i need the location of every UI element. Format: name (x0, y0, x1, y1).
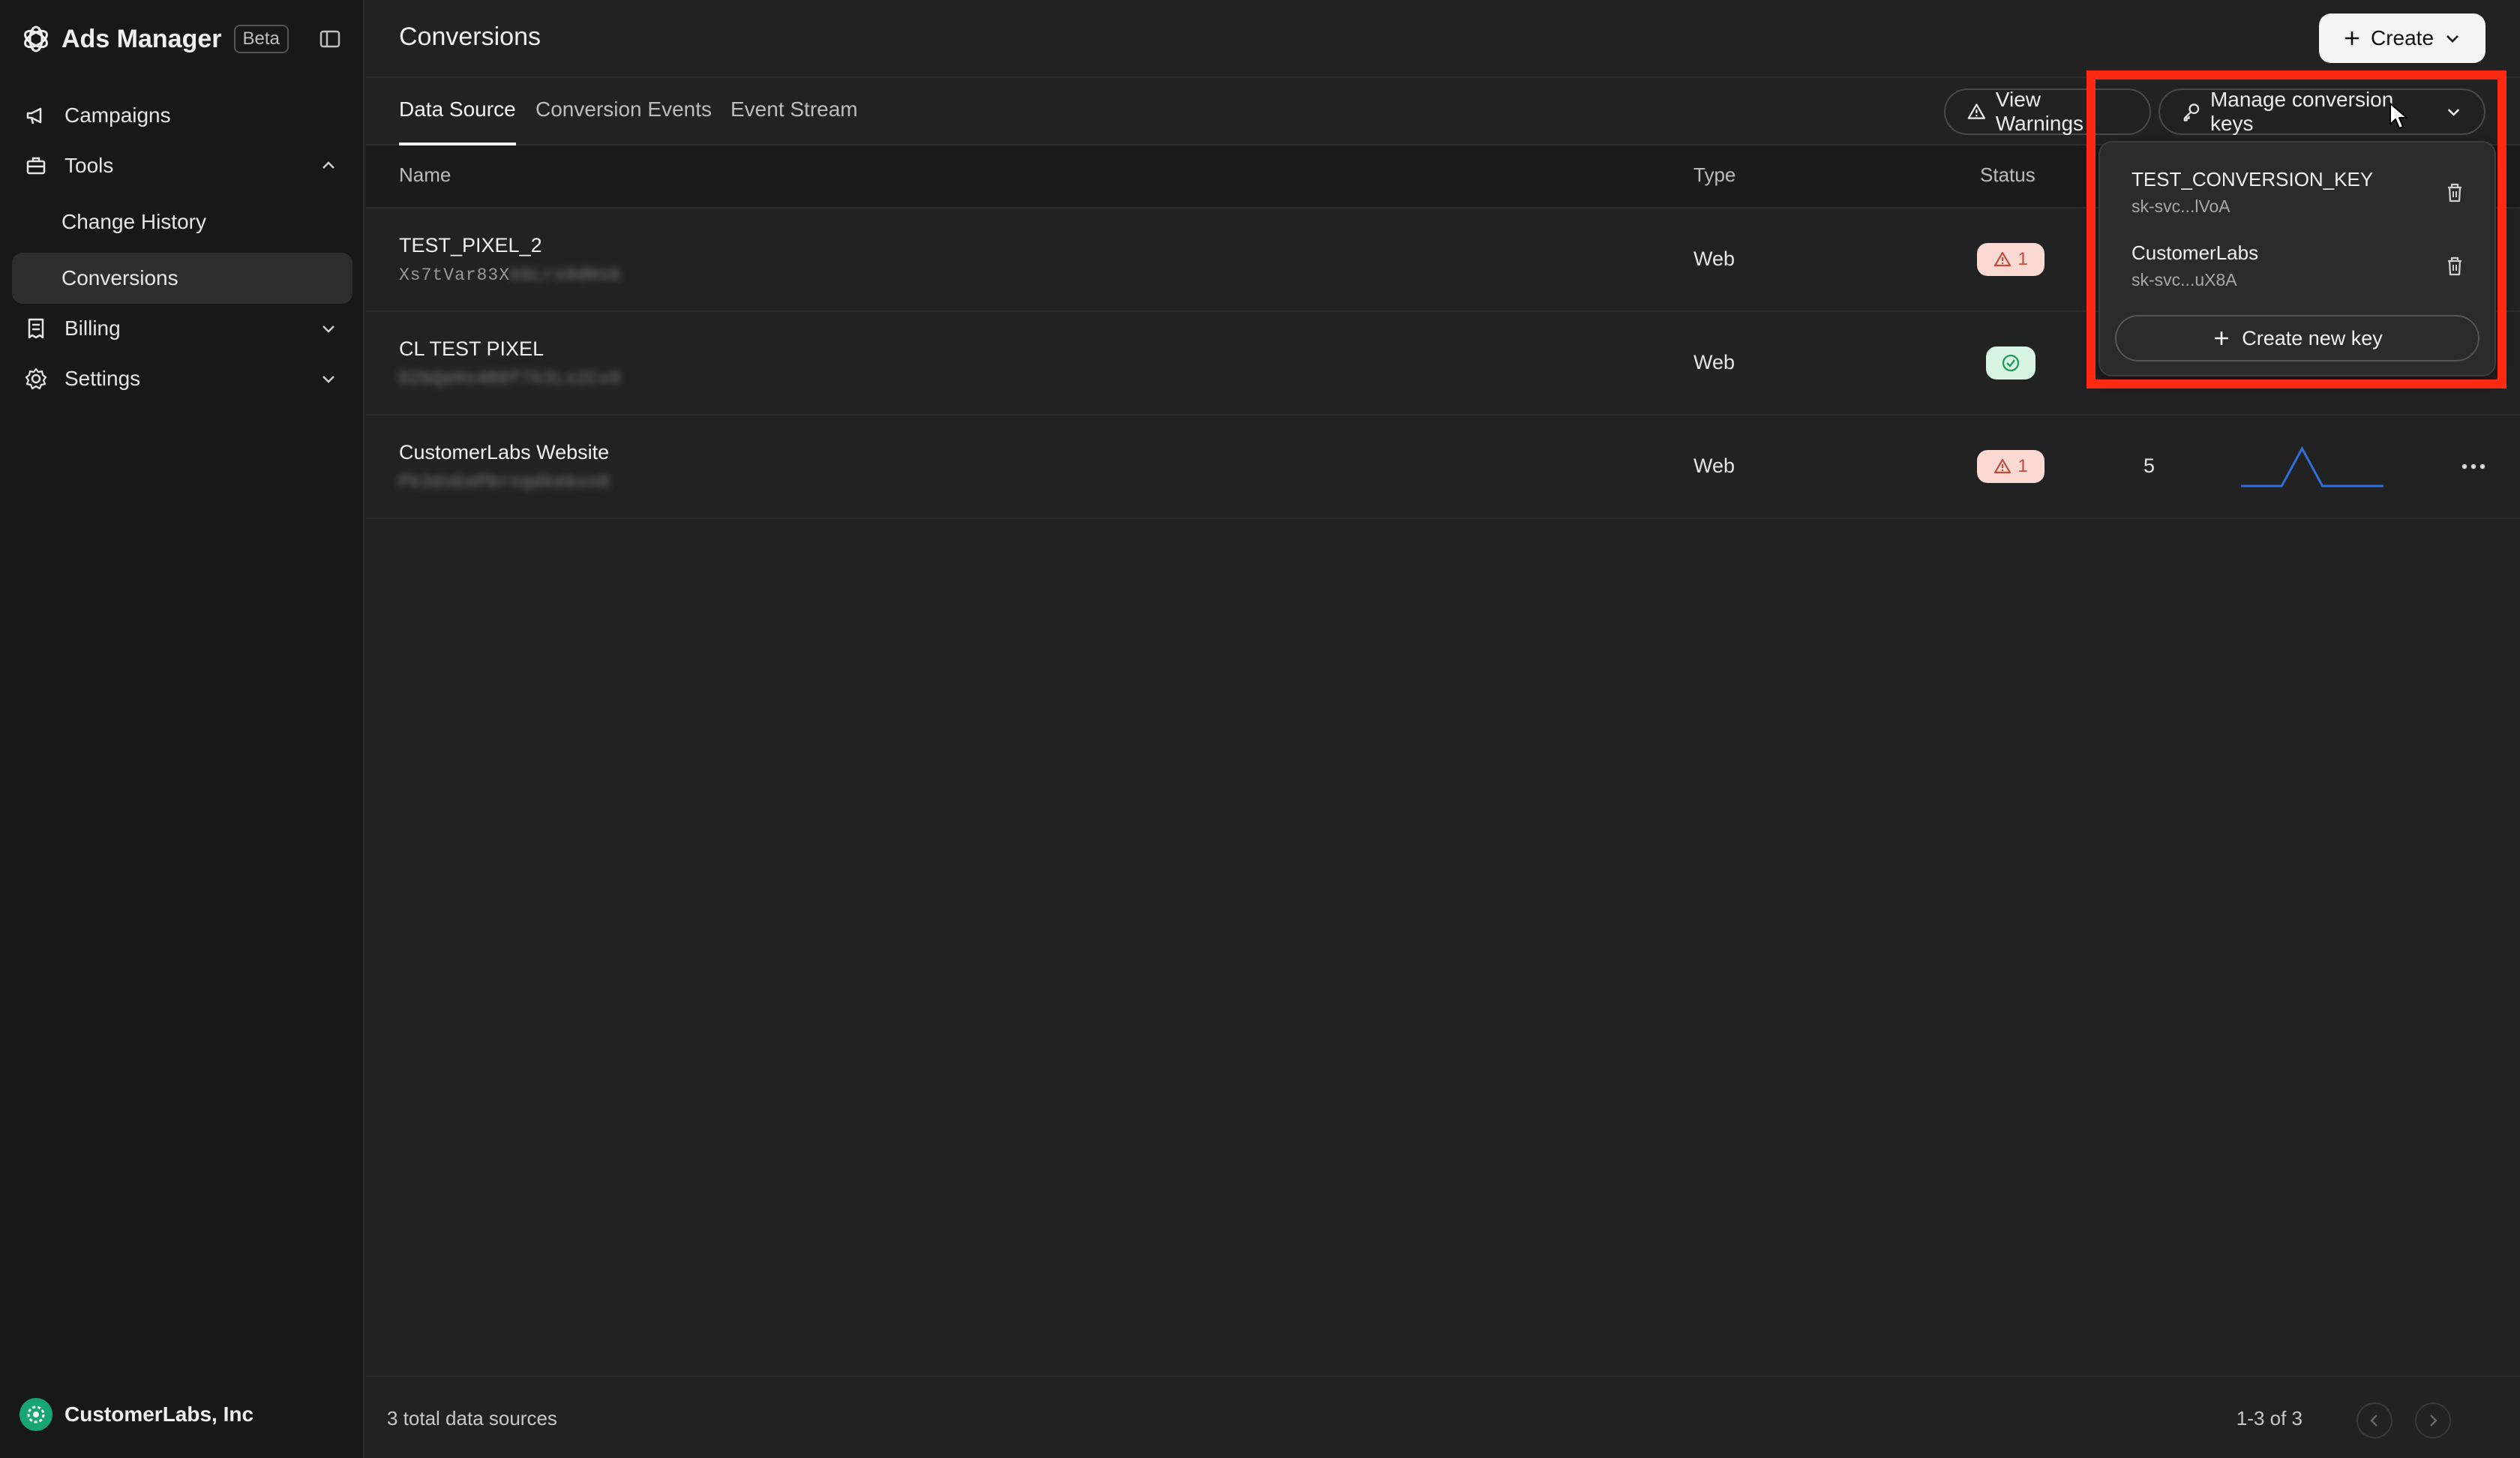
sidebar-item-tools[interactable]: Tools (12, 140, 352, 191)
chevron-up-icon (322, 161, 334, 169)
event-count: 5 (2144, 454, 2156, 477)
previous-page-button[interactable] (2356, 1402, 2392, 1438)
conversion-key-name: TEST_CONVERSION_KEY (2132, 168, 2374, 190)
conversion-key-value: sk-svc...uX8A (2132, 270, 2237, 290)
receipt-icon (28, 318, 44, 339)
total-count: 3 total data sources (387, 1407, 557, 1430)
sidebar-item-label: Tools (64, 154, 114, 177)
conversion-key-item[interactable]: CustomerLabs sk-svc...uX8A (2100, 216, 2494, 290)
create-new-key-button[interactable]: Create new key (2115, 315, 2480, 362)
column-header-type[interactable]: Type (1694, 164, 1736, 187)
chevron-left-icon (2370, 1414, 2378, 1426)
manage-conversion-keys-button[interactable]: Manage conversion keys (2158, 88, 2486, 135)
sidebar-item-label: Change History (62, 210, 206, 233)
sidebar-item-label: Campaigns (64, 104, 171, 127)
sidebar-item-label: Billing (64, 316, 121, 340)
conversion-keys-menu: TEST_CONVERSION_KEY sk-svc...lVoA Custom… (2098, 141, 2496, 376)
column-header-name[interactable]: Name (399, 164, 451, 187)
brand[interactable]: Ads Manager Beta (21, 22, 289, 56)
data-source-type: Web (1694, 351, 1736, 374)
data-source-id: Pk3dsEePbrnqdkebxn8 (399, 472, 610, 492)
warning-count: 1 (2018, 456, 2028, 476)
view-warnings-label: View Warnings (1995, 88, 2084, 135)
conversion-key-value: sk-svc...lVoA (2132, 196, 2230, 216)
sidebar-toggle-icon[interactable] (318, 27, 342, 51)
tab-event-stream[interactable]: Event Stream (730, 98, 858, 142)
data-source-name[interactable]: TEST_PIXEL_2 (399, 234, 542, 257)
table-footer: 3 total data sources 1-3 of 3 (366, 1376, 2520, 1458)
more-options-icon[interactable] (2458, 456, 2488, 477)
megaphone-icon (26, 107, 42, 124)
warning-triangle-icon (1994, 251, 2012, 267)
warning-count: 1 (2018, 249, 2028, 269)
brand-name: Ads Manager (62, 24, 222, 53)
gear-icon (25, 368, 47, 390)
conversion-key-name: CustomerLabs (2132, 242, 2259, 264)
create-button[interactable]: Create (2319, 14, 2486, 63)
sidebar-item-billing[interactable]: Billing (12, 303, 352, 354)
check-circle-icon (2002, 354, 2020, 372)
sidebar-item-settings[interactable]: Settings (12, 353, 352, 404)
id-blurred: kbLrs9dHs6 (510, 266, 622, 285)
id-blurred: D2bQeHs4R8f7k3Ls2Cx9 (399, 369, 622, 388)
id-blurred: Pk3dsEePbrnqdkebxn8 (399, 472, 610, 492)
org-avatar-icon (20, 1398, 52, 1431)
tab-conversion-events[interactable]: Conversion Events (536, 98, 712, 142)
create-new-key-label: Create new key (2242, 326, 2383, 350)
conversion-key-item[interactable]: TEST_CONVERSION_KEY sk-svc...lVoA (2100, 142, 2494, 216)
data-source-type: Web (1694, 454, 1736, 477)
status-badge-warning[interactable]: 1 (1977, 450, 2044, 483)
view-warnings-button[interactable]: View Warnings (1944, 88, 2151, 135)
activity-sparkline (2241, 446, 2384, 488)
sidebar-item-campaigns[interactable]: Campaigns (12, 90, 352, 141)
next-page-button[interactable] (2415, 1402, 2451, 1438)
data-source-id: D2bQeHs4R8f7k3Ls2Cx9 (399, 369, 621, 388)
warning-triangle-icon (1994, 458, 2012, 474)
beta-badge: Beta (233, 25, 289, 53)
sidebar-item-conversions[interactable]: Conversions (12, 253, 352, 304)
create-button-label: Create (2370, 26, 2434, 50)
key-icon (2183, 104, 2200, 122)
status-badge-ok (1986, 346, 2036, 380)
status-badge-warning[interactable]: 1 (1977, 243, 2044, 276)
chevron-right-icon (2430, 1414, 2438, 1426)
org-name: CustomerLabs, Inc (64, 1402, 254, 1426)
tabs-bar: Data Source Conversion Events Event Stre… (366, 78, 2520, 146)
warning-triangle-icon (1967, 104, 1986, 119)
table-row[interactable]: CustomerLabs Website Pk3dsEePbrnqdkebxn8… (366, 416, 2520, 519)
chevron-down-icon (2447, 109, 2460, 116)
sidebar: Ads Manager Beta Campaigns Tools Change … (0, 0, 364, 1458)
org-switcher[interactable]: CustomerLabs, Inc (18, 1396, 254, 1432)
page-title: Conversions (399, 22, 541, 51)
chevron-down-icon (2446, 35, 2458, 43)
column-header-status[interactable]: Status (1980, 164, 2036, 187)
chevron-down-icon (322, 326, 334, 333)
plus-icon (2215, 332, 2229, 345)
trash-icon[interactable] (2442, 254, 2468, 279)
data-source-id: Xs7tVar83XkbLrs9dHs6 (399, 266, 621, 285)
openai-logo-icon (24, 26, 48, 52)
data-source-name[interactable]: CustomerLabs Website (399, 441, 609, 464)
topbar: Conversions Create (366, 0, 2520, 78)
chevron-down-icon (322, 376, 334, 383)
data-source-type: Web (1694, 248, 1736, 270)
plus-icon (2344, 32, 2359, 45)
toolbox-icon (26, 157, 46, 175)
sidebar-item-label: Settings (64, 367, 141, 390)
pagination-info: 1-3 of 3 (2236, 1407, 2302, 1430)
tab-data-source[interactable]: Data Source (399, 98, 516, 146)
sidebar-item-change-history[interactable]: Change History (12, 196, 352, 248)
sidebar-item-label: Conversions (62, 266, 178, 290)
id-visible: Xs7tVar83X (399, 266, 511, 285)
sparkline-series (2241, 446, 2384, 488)
mouse-cursor-icon (2390, 103, 2408, 129)
trash-icon[interactable] (2442, 180, 2468, 206)
data-source-name[interactable]: CL TEST PIXEL (399, 338, 544, 361)
